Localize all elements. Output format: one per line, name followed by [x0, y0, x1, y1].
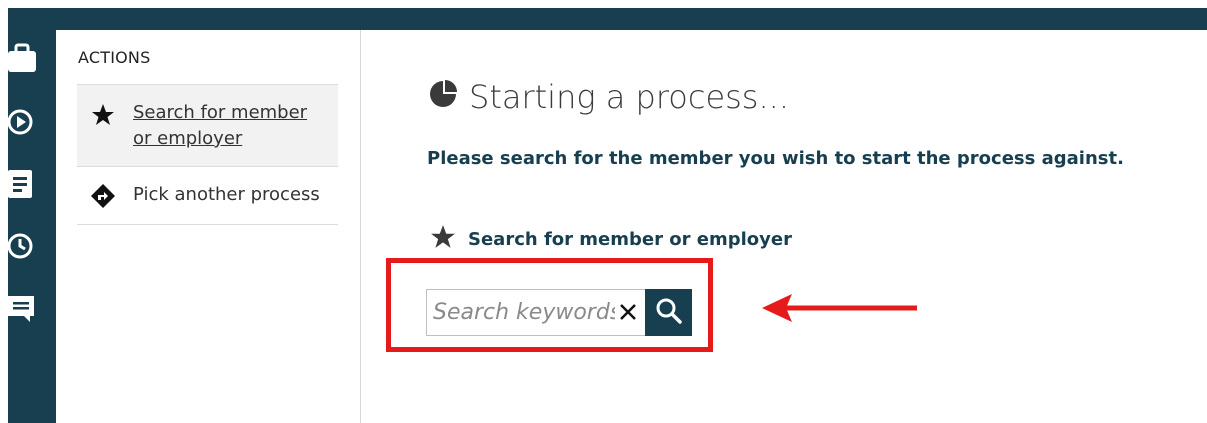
- left-icon-rail: [8, 30, 56, 423]
- panel-divider: [360, 30, 361, 423]
- briefcase-icon[interactable]: [8, 42, 38, 74]
- instructions-text: Please search for the member you wish to…: [427, 148, 1124, 169]
- top-bar: [8, 8, 1207, 30]
- star-icon: [430, 224, 456, 255]
- document-icon[interactable]: [8, 168, 38, 200]
- pie-chart-icon: [429, 78, 457, 116]
- page-title-text: Starting a process...: [469, 78, 789, 116]
- annotation-arrow-icon: [760, 288, 920, 332]
- section-heading-text: Search for member or employer: [468, 229, 792, 250]
- directions-icon: [91, 184, 115, 212]
- play-circle-icon[interactable]: [8, 106, 38, 138]
- action-label[interactable]: Search for member or employer: [133, 100, 323, 152]
- actions-title: ACTIONS: [78, 48, 151, 67]
- actions-panel: ACTIONS Search for member or employer Pi…: [56, 30, 361, 423]
- history-icon[interactable]: [8, 230, 38, 262]
- star-icon: [91, 103, 115, 131]
- chat-icon[interactable]: [8, 292, 38, 324]
- action-label[interactable]: Pick another process: [133, 182, 320, 208]
- annotation-highlight-box: [386, 258, 713, 352]
- action-pick-process[interactable]: Pick another process: [77, 166, 338, 225]
- action-search-member[interactable]: Search for member or employer: [77, 84, 338, 166]
- action-list: Search for member or employer Pick anoth…: [77, 84, 338, 225]
- section-heading: Search for member or employer: [430, 224, 792, 255]
- page-title: Starting a process...: [429, 78, 789, 116]
